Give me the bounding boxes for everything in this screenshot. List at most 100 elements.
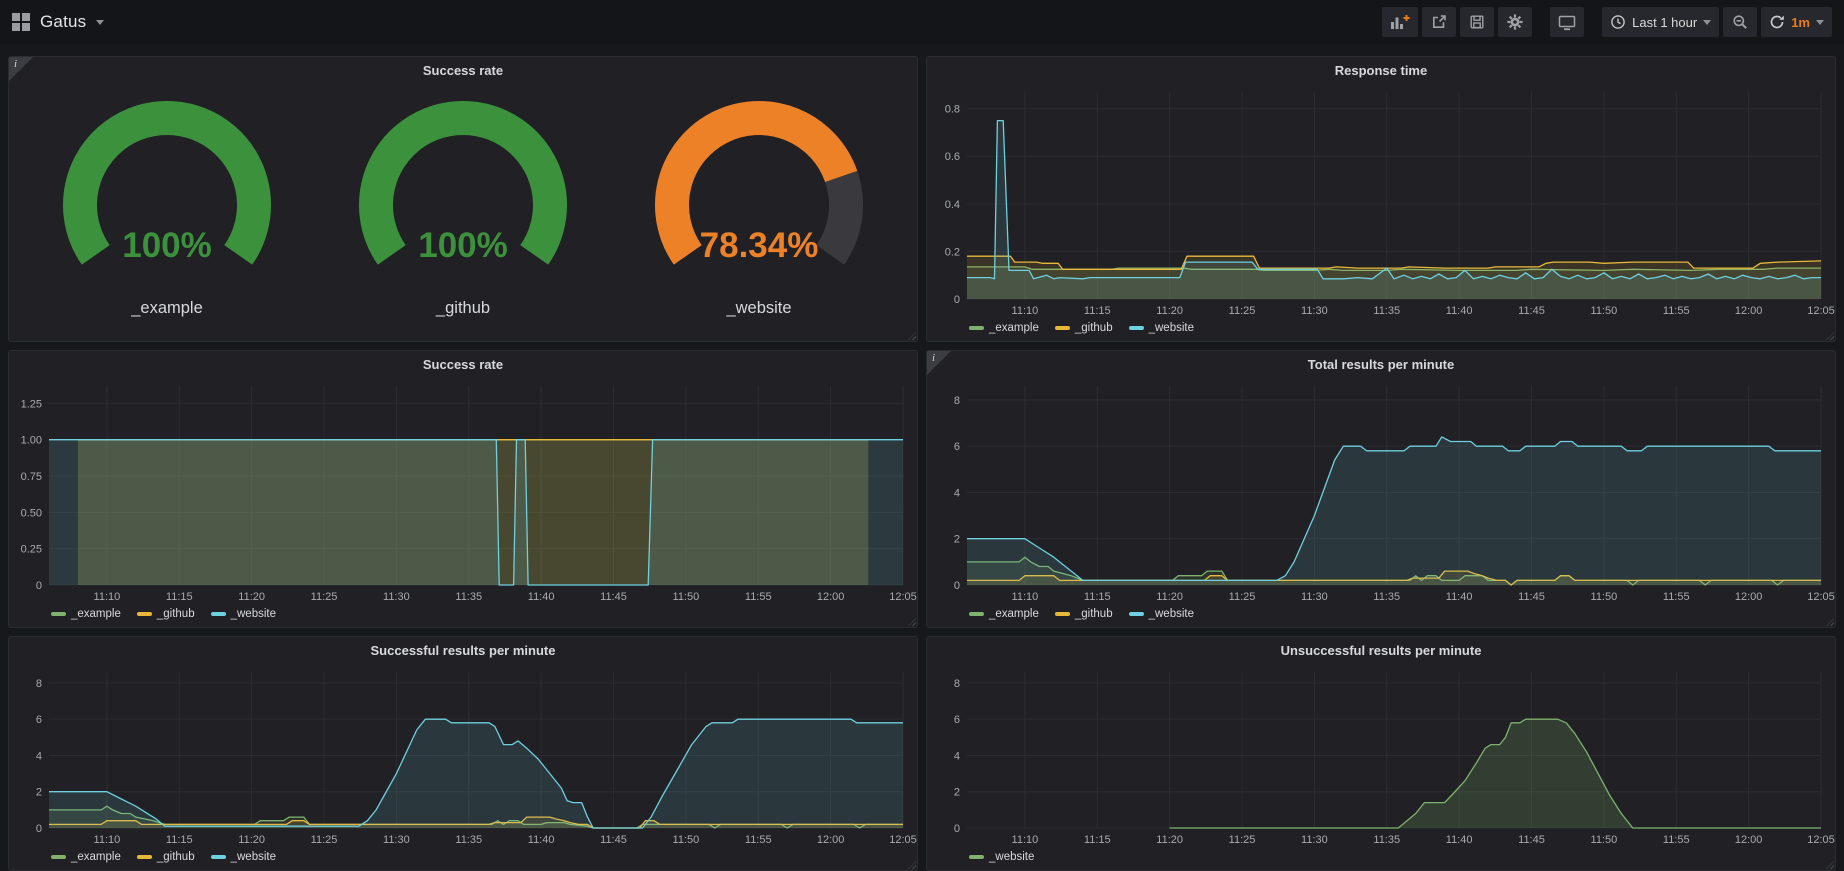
svg-text:11:20: 11:20 xyxy=(1156,591,1183,603)
panel-title[interactable]: Successful results per minute xyxy=(9,637,917,664)
panel-title[interactable]: Response time xyxy=(927,57,1835,84)
share-icon xyxy=(1431,14,1447,30)
svg-text:11:10: 11:10 xyxy=(1012,305,1039,317)
svg-text:8: 8 xyxy=(36,678,42,690)
svg-text:11:10: 11:10 xyxy=(94,834,121,846)
gauge-label: _github xyxy=(436,299,490,318)
legend-swatch xyxy=(137,855,152,859)
share-button[interactable] xyxy=(1422,7,1456,37)
gear-icon xyxy=(1507,14,1523,30)
legend-item-_github[interactable]: _github xyxy=(137,851,195,863)
svg-text:11:35: 11:35 xyxy=(455,834,482,846)
chart-legend: _website xyxy=(927,848,1835,870)
unsuccessful-results-chart[interactable]: 0246811:1011:1511:2011:2511:3011:3511:40… xyxy=(927,664,1835,848)
chart-legend: _example _github _website xyxy=(9,848,917,870)
svg-text:11:55: 11:55 xyxy=(1663,591,1690,603)
svg-text:11:35: 11:35 xyxy=(1373,305,1400,317)
svg-text:1.00: 1.00 xyxy=(21,435,42,447)
svg-text:11:45: 11:45 xyxy=(1518,591,1545,603)
svg-text:1.25: 1.25 xyxy=(21,398,42,410)
legend-item-_website[interactable]: _website xyxy=(211,851,276,863)
panel-title[interactable]: Unsuccessful results per minute xyxy=(927,637,1835,664)
gauge-label: _example xyxy=(131,299,203,318)
svg-text:8: 8 xyxy=(954,395,960,407)
refresh-interval-label: 1m xyxy=(1791,15,1810,30)
gauge-arc: 100% xyxy=(38,99,296,303)
gauge-_website: 78.34%_website xyxy=(630,99,888,318)
legend-item-_website[interactable]: _website xyxy=(211,608,276,620)
success-rate-chart[interactable]: 00.250.500.751.001.2511:1011:1511:2011:2… xyxy=(9,378,917,605)
svg-text:0.4: 0.4 xyxy=(945,199,960,211)
total-results-chart[interactable]: 0246811:1011:1511:2011:2511:3011:3511:40… xyxy=(927,378,1835,605)
legend-item-_website[interactable]: _website xyxy=(1129,608,1194,620)
legend-item-_github[interactable]: _github xyxy=(137,608,195,620)
svg-text:11:45: 11:45 xyxy=(1518,834,1545,846)
svg-text:11:30: 11:30 xyxy=(383,834,410,846)
svg-text:11:35: 11:35 xyxy=(1373,834,1400,846)
svg-text:4: 4 xyxy=(954,750,960,762)
chart-legend: _example _github _website xyxy=(927,605,1835,627)
panel-title[interactable]: Success rate xyxy=(9,57,917,84)
svg-text:6: 6 xyxy=(954,441,960,453)
panel-unsuccessful-results: Unsuccessful results per minute 0246811:… xyxy=(926,636,1836,871)
svg-text:11:45: 11:45 xyxy=(600,591,627,603)
legend-item-_example[interactable]: _example xyxy=(969,608,1039,620)
legend-label: _example xyxy=(71,851,121,863)
gauge-arc: 78.34% xyxy=(630,99,888,303)
refresh-picker[interactable]: 1m xyxy=(1761,7,1832,37)
legend-item-_github[interactable]: _github xyxy=(1055,322,1113,334)
response-time-chart[interactable]: 00.20.40.60.811:1011:1511:2011:2511:3011… xyxy=(927,84,1835,319)
svg-text:11:55: 11:55 xyxy=(745,591,772,603)
legend-label: _website xyxy=(989,851,1034,863)
svg-text:12:00: 12:00 xyxy=(1735,834,1763,846)
tv-mode-button[interactable] xyxy=(1550,7,1584,37)
legend-swatch xyxy=(1055,612,1070,616)
svg-text:11:25: 11:25 xyxy=(1229,834,1256,846)
save-button[interactable] xyxy=(1460,7,1494,37)
successful-results-chart[interactable]: 0246811:1011:1511:2011:2511:3011:3511:40… xyxy=(9,664,917,848)
legend-item-_website[interactable]: _website xyxy=(1129,322,1194,334)
legend-label: _github xyxy=(157,851,195,863)
svg-text:11:10: 11:10 xyxy=(1012,834,1039,846)
settings-button[interactable] xyxy=(1498,7,1532,37)
add-panel-icon xyxy=(1390,14,1410,30)
svg-text:11:15: 11:15 xyxy=(166,834,193,846)
svg-text:0: 0 xyxy=(954,823,960,835)
gauge-row: 100%_example100%_github78.34%_website xyxy=(9,84,917,341)
panel-title[interactable]: Total results per minute xyxy=(927,351,1835,378)
gauge-value: 100% xyxy=(122,226,212,265)
svg-text:11:25: 11:25 xyxy=(1229,305,1256,317)
legend-swatch xyxy=(969,326,984,330)
time-range-label: Last 1 hour xyxy=(1632,15,1697,30)
svg-text:11:25: 11:25 xyxy=(311,834,338,846)
legend-item-_website[interactable]: _website xyxy=(969,851,1034,863)
svg-text:11:35: 11:35 xyxy=(455,591,482,603)
legend-swatch xyxy=(1129,612,1144,616)
svg-text:11:45: 11:45 xyxy=(1518,305,1545,317)
svg-text:11:40: 11:40 xyxy=(528,591,555,603)
svg-text:4: 4 xyxy=(36,750,42,762)
legend-item-_example[interactable]: _example xyxy=(51,851,121,863)
time-range-picker[interactable]: Last 1 hour xyxy=(1602,7,1719,37)
legend-item-_github[interactable]: _github xyxy=(1055,608,1113,620)
dashboard-title: Gatus xyxy=(40,12,86,32)
svg-text:11:15: 11:15 xyxy=(1084,305,1111,317)
legend-swatch xyxy=(969,612,984,616)
panel-info-icon[interactable]: i xyxy=(927,351,951,375)
svg-text:11:55: 11:55 xyxy=(1663,834,1690,846)
chart-legend: _example _github _website xyxy=(927,319,1835,341)
add-panel-button[interactable] xyxy=(1382,7,1418,37)
legend-label: _github xyxy=(1075,322,1113,334)
dashboard-picker[interactable]: Gatus xyxy=(12,12,104,32)
legend-item-_example[interactable]: _example xyxy=(51,608,121,620)
legend-swatch xyxy=(211,855,226,859)
zoom-out-button[interactable] xyxy=(1723,7,1757,37)
panel-info-icon[interactable]: i xyxy=(9,57,33,81)
legend-swatch xyxy=(137,612,152,616)
svg-text:11:50: 11:50 xyxy=(673,591,700,603)
svg-text:2: 2 xyxy=(954,534,960,546)
svg-text:0: 0 xyxy=(36,580,42,592)
legend-item-_example[interactable]: _example xyxy=(969,322,1039,334)
panel-title[interactable]: Success rate xyxy=(9,351,917,378)
svg-text:11:20: 11:20 xyxy=(1156,834,1183,846)
